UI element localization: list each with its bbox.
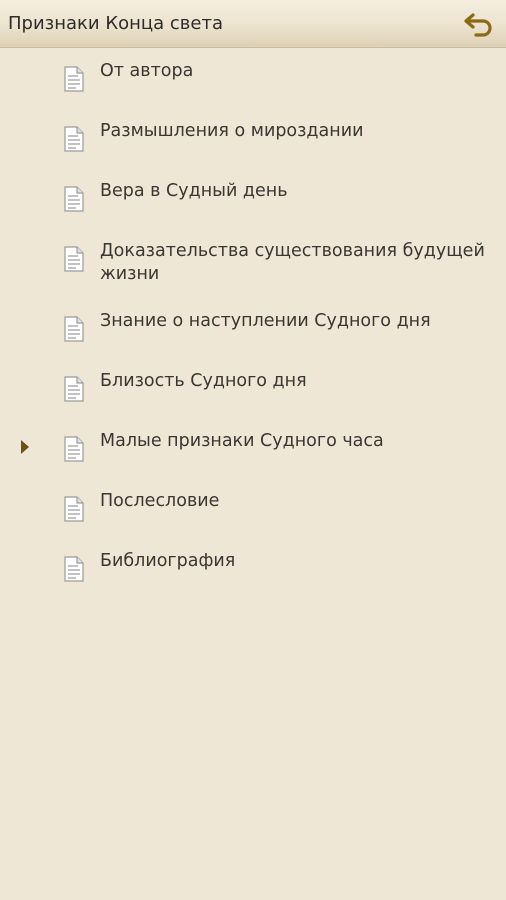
toc-item-znanie[interactable]: Знание о наступлении Судного дня [0, 308, 506, 358]
back-button[interactable] [462, 8, 496, 40]
document-icon [64, 126, 84, 152]
toc-item-label: Библиография [100, 551, 236, 571]
toc-item-vera[interactable]: Вера в Судный день [0, 178, 506, 228]
toc-item-malye-priznaki[interactable]: Малые признаки Судного часа [0, 428, 506, 478]
document-icon [64, 556, 84, 582]
toc-item-label: Доказательства существования будущей жиз… [100, 241, 485, 284]
app-header: Признаки Конца света [0, 0, 506, 48]
document-icon [64, 436, 84, 462]
document-icon [64, 376, 84, 402]
toc-item-posleslovie[interactable]: Послесловие [0, 488, 506, 538]
triangle-right-icon [21, 440, 29, 454]
toc-item-label: Вера в Судный день [100, 181, 288, 201]
toc-item-bibliografiya[interactable]: Библиография [0, 548, 506, 598]
document-icon [64, 246, 84, 272]
toc-item-label: Близость Судного дня [100, 371, 307, 391]
toc-item-ot-avtora[interactable]: От автора [0, 58, 506, 108]
toc-item-label: Размышления о мироздании [100, 121, 364, 141]
document-icon [64, 316, 84, 342]
page-title: Признаки Конца света [8, 13, 223, 34]
toc-item-blizost[interactable]: Близость Судного дня [0, 368, 506, 418]
back-arrow-icon [464, 13, 492, 37]
toc-item-dokazatelstva[interactable]: Доказательства существования будущей жиз… [0, 238, 506, 298]
toc-item-label: Послесловие [100, 491, 220, 511]
toc-item-label: Знание о наступлении Судного дня [100, 311, 431, 331]
document-icon [64, 66, 84, 92]
document-icon [64, 496, 84, 522]
toc-item-label: Малые признаки Судного часа [100, 431, 384, 451]
toc-item-label: От автора [100, 61, 194, 81]
document-icon [64, 186, 84, 212]
toc-item-razmyshleniya[interactable]: Размышления о мироздании [0, 118, 506, 168]
